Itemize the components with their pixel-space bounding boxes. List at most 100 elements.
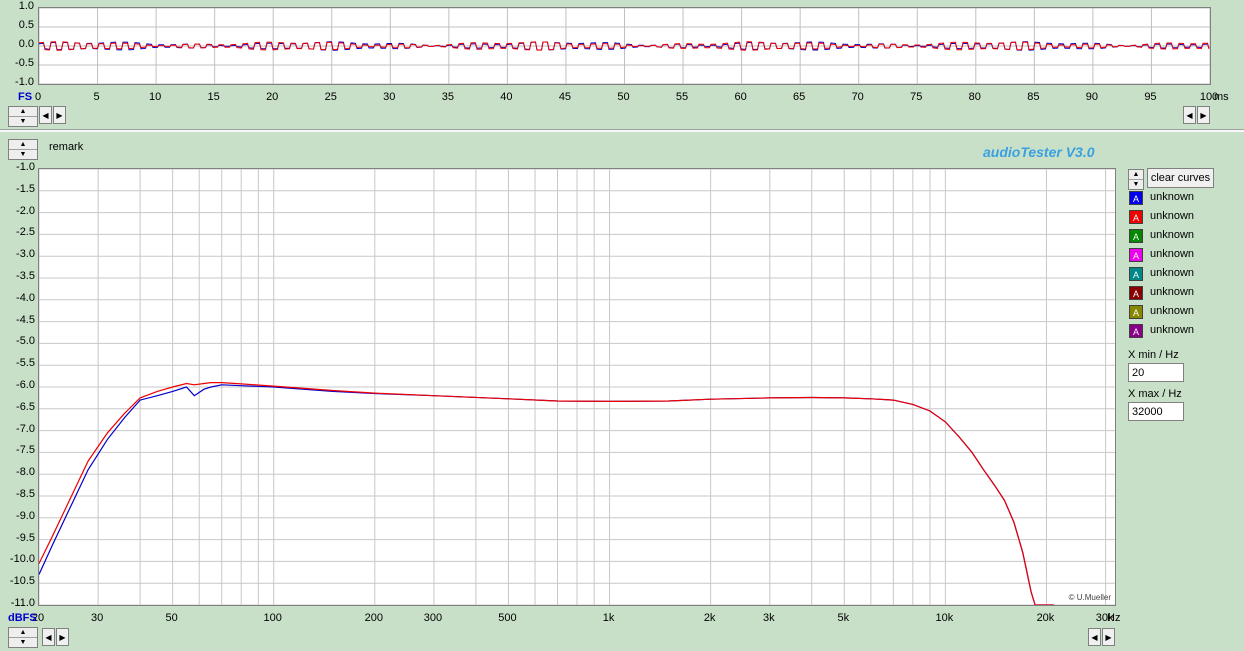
time-x-tick-label: 45 xyxy=(558,91,572,103)
time-plot xyxy=(38,7,1211,85)
spin-down-icon[interactable]: ▼ xyxy=(1129,180,1143,189)
curve-color-icon[interactable]: A xyxy=(1129,191,1143,205)
spin-up-icon[interactable]: ▲ xyxy=(9,140,37,150)
time-x-tick-label: 20 xyxy=(266,91,279,103)
spin-down-icon[interactable]: ▼ xyxy=(9,150,37,159)
spin-down-icon[interactable]: ▼ xyxy=(9,117,37,126)
freq-scroll-right-button-right[interactable]: ▶ xyxy=(1102,628,1115,646)
curve-color-icon[interactable]: A xyxy=(1129,305,1143,319)
spin-down-icon[interactable]: ▼ xyxy=(9,638,37,647)
xmax-label: X max / Hz xyxy=(1128,388,1182,400)
freq-y-tick-label: -11.0 xyxy=(10,597,35,609)
curve-color-icon[interactable]: A xyxy=(1129,210,1143,224)
time-x-tick-label: 10 xyxy=(148,91,162,103)
freq-x-tick-label: 300 xyxy=(423,612,443,624)
clear-curves-button[interactable]: clear curves xyxy=(1147,168,1214,188)
legend-item[interactable]: Aunknown xyxy=(1129,191,1209,207)
freq-y-tick-label: -8.0 xyxy=(16,466,35,479)
freq-bottom-spinner[interactable]: ▲ ▼ xyxy=(8,627,38,648)
freq-y-tick-label: -4.5 xyxy=(16,313,35,326)
time-y-tick-label: 0.0 xyxy=(18,38,34,50)
time-x-tick-label: 25 xyxy=(324,91,337,103)
time-x-tick-label: 80 xyxy=(968,91,981,103)
time-x-tick-label: 65 xyxy=(793,91,806,103)
time-x-tick-label: 70 xyxy=(851,91,864,103)
time-x-tick-label: 30 xyxy=(383,91,396,103)
time-y-tick-label: 0.5 xyxy=(18,19,34,31)
time-scroll-left-button-right[interactable]: ◀ xyxy=(1183,106,1196,124)
freq-x-tick-label: 1k xyxy=(602,612,615,624)
curve-color-icon[interactable]: A xyxy=(1129,229,1143,243)
freq-x-tick-label: 2k xyxy=(703,612,716,624)
freq-scroll-left-button-right[interactable]: ◀ xyxy=(1088,628,1101,646)
freq-y-tick-label: -6.0 xyxy=(16,379,35,391)
freq-y-tick-label: -6.5 xyxy=(16,400,35,413)
legend-label: unknown xyxy=(1150,210,1195,222)
time-plot-svg xyxy=(39,8,1210,84)
freq-x-tick-label: 100 xyxy=(263,612,282,624)
time-x-tick-label: 15 xyxy=(207,91,220,103)
legend-item[interactable]: Aunknown xyxy=(1129,267,1209,283)
curve-color-icon[interactable]: A xyxy=(1129,267,1143,281)
spin-up-icon[interactable]: ▲ xyxy=(9,628,37,638)
legend-item[interactable]: Aunknown xyxy=(1129,210,1209,226)
legend-label: unknown xyxy=(1150,248,1195,260)
freq-scroll-right-button[interactable]: ▶ xyxy=(56,628,69,646)
curve-color-icon[interactable]: A xyxy=(1129,324,1143,338)
legend-item[interactable]: Aunknown xyxy=(1129,305,1209,321)
legend-item[interactable]: Aunknown xyxy=(1129,248,1209,264)
legend-label: unknown xyxy=(1150,229,1195,241)
legend-item[interactable]: Aunknown xyxy=(1129,324,1209,340)
spin-up-icon[interactable]: ▲ xyxy=(9,107,37,117)
legend-label: unknown xyxy=(1150,305,1195,317)
freq-x-tick-label: 30 xyxy=(91,612,104,624)
curve-color-icon[interactable]: A xyxy=(1129,248,1143,262)
time-scroll-right-button-right[interactable]: ▶ xyxy=(1197,106,1210,124)
spin-up-icon[interactable]: ▲ xyxy=(1129,170,1143,180)
freq-y-tick-label: -9.5 xyxy=(16,531,35,544)
time-x-tick-label: 0 xyxy=(34,91,42,103)
separator xyxy=(0,129,1244,132)
freq-scale-spinner[interactable]: ▲ ▼ xyxy=(8,139,38,160)
legend-item[interactable]: Aunknown xyxy=(1129,286,1209,302)
freq-y-tick-label: -2.0 xyxy=(16,204,35,217)
freq-y-tick-label: -7.5 xyxy=(16,444,35,457)
time-x-tick-label: 55 xyxy=(675,91,689,103)
legend-label: unknown xyxy=(1150,267,1195,279)
freq-y-unit: dBFS xyxy=(8,612,37,624)
freq-x-tick-label: 200 xyxy=(364,612,383,624)
remark-label[interactable]: remark xyxy=(49,141,83,153)
freq-y-tick-label: -2.5 xyxy=(16,226,35,239)
time-x-tick-label: 75 xyxy=(910,91,923,103)
freq-x-tick-label: 500 xyxy=(498,612,517,624)
freq-y-tick-label: -8.5 xyxy=(16,488,35,500)
curves-spinner[interactable]: ▲ ▼ xyxy=(1128,169,1144,190)
freq-y-tick-label: -5.5 xyxy=(16,357,35,370)
time-scale-spinner[interactable]: ▲ ▼ xyxy=(8,106,38,127)
freq-x-tick-label: 50 xyxy=(165,612,178,624)
xmin-label: X min / Hz xyxy=(1128,349,1179,361)
legend-item[interactable]: Aunknown xyxy=(1129,229,1209,245)
time-scroll-right-button[interactable]: ▶ xyxy=(53,106,66,124)
time-y-tick-label: 1.0 xyxy=(18,0,34,12)
freq-y-tick-label: -7.0 xyxy=(16,422,35,435)
copyright-label: © U.Mueller xyxy=(1068,593,1111,602)
time-x-tick-label: 40 xyxy=(500,91,513,103)
curve-color-icon[interactable]: A xyxy=(1129,286,1143,300)
legend-label: unknown xyxy=(1150,286,1195,298)
freq-y-tick-label: -3.5 xyxy=(16,270,35,282)
xmin-input[interactable] xyxy=(1128,363,1184,382)
freq-scroll-left-button[interactable]: ◀ xyxy=(42,628,55,646)
legend-label: unknown xyxy=(1150,191,1195,203)
freq-y-tick-label: -1.0 xyxy=(16,161,35,173)
time-scroll-left-button[interactable]: ◀ xyxy=(39,106,52,124)
time-x-tick-label: 60 xyxy=(734,91,747,103)
freq-y-tick-label: -9.0 xyxy=(16,509,35,522)
freq-plot: © U.Mueller xyxy=(38,168,1116,606)
freq-x-tick-label: 10k xyxy=(935,612,954,624)
freq-y-tick-label: -4.0 xyxy=(16,291,35,304)
freq-x-tick-label: 5k xyxy=(837,612,850,624)
freq-y-tick-label: -3.0 xyxy=(16,248,35,261)
time-x-tick-label: 5 xyxy=(93,91,100,103)
xmax-input[interactable] xyxy=(1128,402,1184,421)
